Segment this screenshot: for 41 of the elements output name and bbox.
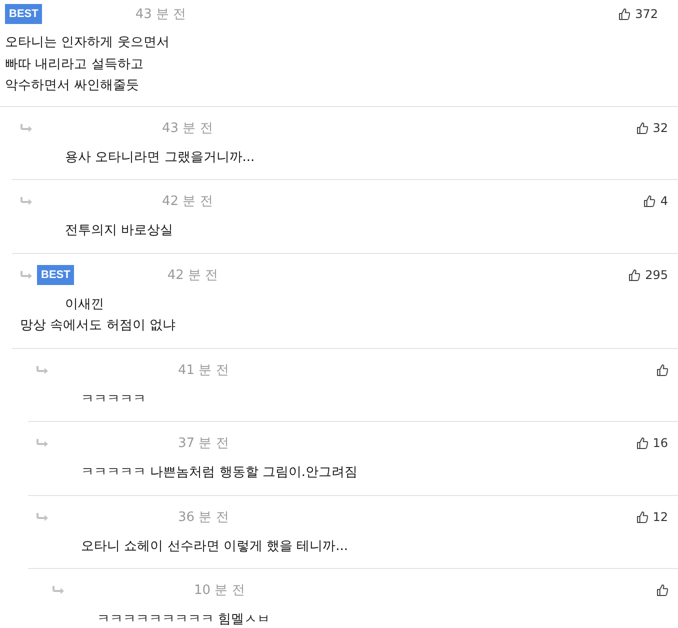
reply-arrow-icon <box>20 270 32 278</box>
like-button[interactable]: 4 <box>644 194 668 208</box>
like-button[interactable]: 12 <box>636 510 668 524</box>
comment-time: 42 분 전 <box>162 193 213 210</box>
thumbs-up-icon <box>619 8 630 20</box>
comment-text: 전투의지 바로상실 <box>64 222 174 240</box>
thumbs-up-icon <box>629 268 640 280</box>
best-badge: BEST <box>37 264 74 284</box>
like-button[interactable] <box>657 364 668 376</box>
like-button[interactable]: 16 <box>636 436 668 450</box>
comment-time: 10 분 전 <box>194 582 245 599</box>
thumbs-up-icon <box>636 510 648 522</box>
reply-arrow-icon <box>36 439 48 447</box>
thumbs-up-icon <box>657 584 668 596</box>
reply-arrow-icon <box>52 586 64 594</box>
like-button[interactable]: 295 <box>629 268 668 282</box>
comment-text: 오타니 쇼헤이 선수라면 이렇게 했을 테니까... <box>80 538 350 556</box>
comment-text: 용사 오타니라면 그랬을거니까... <box>64 148 256 166</box>
reply-arrow-icon <box>36 512 48 520</box>
like-button[interactable]: 32 <box>636 120 668 134</box>
comment-text: 오타니는 인자하게 웃으면서 빠따 내리라고 설득하고 악수하면서 싸인해줄듯 <box>5 34 170 95</box>
comment-time: 43 분 전 <box>162 120 213 136</box>
comment-time: 42 분 전 <box>167 266 218 284</box>
comment-text: ㅋㅋㅋㅋㅋㅋㅋㅋㅋ 힘멜ㅅㅂ <box>96 611 272 628</box>
thumbs-up-icon <box>636 437 648 449</box>
reply-arrow-icon <box>20 124 32 132</box>
reply-arrow-icon <box>20 197 32 205</box>
comment-time: 43 분 전 <box>135 6 186 23</box>
comment-time: 41 분 전 <box>178 362 229 378</box>
comment-text: 이새낀 망상 속에서도 허점이 없냐 <box>20 296 176 335</box>
thumbs-up-icon <box>644 195 656 207</box>
best-badge: BEST <box>5 4 42 24</box>
comment-text: ㅋㅋㅋㅋㅋ <box>80 390 147 408</box>
comment-text: ㅋㅋㅋㅋㅋ 나쁜놈처럼 행동할 그림이.안그려짐 <box>80 464 359 482</box>
like-button[interactable] <box>657 584 668 596</box>
like-button[interactable]: 372 <box>619 7 658 21</box>
reply-arrow-icon <box>36 366 48 374</box>
comment-time: 36 분 전 <box>178 508 229 526</box>
thumbs-up-icon <box>657 364 668 376</box>
thumbs-up-icon <box>636 122 648 134</box>
comment-time: 37 분 전 <box>178 435 229 452</box>
